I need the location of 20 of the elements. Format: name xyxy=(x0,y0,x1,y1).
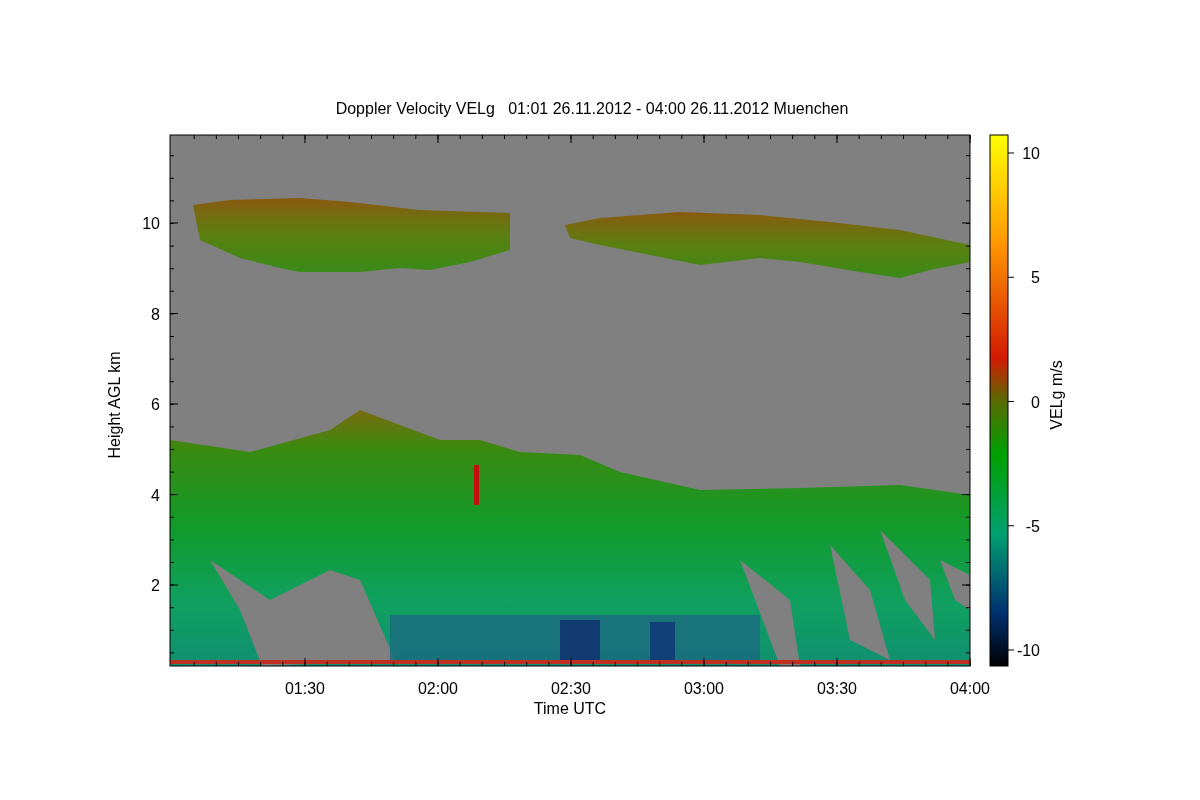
tick-label: 8 xyxy=(151,305,160,323)
y-axis-label: Height AGL km xyxy=(106,351,123,459)
tick-label: 6 xyxy=(151,396,160,413)
tick-label: -5 xyxy=(1025,517,1040,535)
tick-label: 0 xyxy=(1031,393,1040,411)
colorbar-label: VELg m/s xyxy=(1048,360,1065,430)
tick-label: 02:30 xyxy=(551,680,591,697)
x-axis-label: Time UTC xyxy=(533,700,607,717)
tick-label: 10 xyxy=(1022,145,1040,162)
tick-label: 4 xyxy=(151,486,160,504)
tick-label: 03:00 xyxy=(684,680,724,697)
tick-label: 01:30 xyxy=(285,680,325,697)
tick-label: -10 xyxy=(1016,642,1040,659)
tick-label: 2 xyxy=(151,577,160,594)
tick-label: 02:00 xyxy=(418,680,458,697)
tick-label: 04:00 xyxy=(950,680,990,697)
tick-label: 10 xyxy=(142,215,160,232)
tick-label: 5 xyxy=(1031,269,1040,287)
tick-label: 03:30 xyxy=(817,680,857,697)
chart-title: Doppler Velocity VELg 01:01 26.11.2012 - 04:00 26.11.2012 Muenchen xyxy=(335,100,849,117)
